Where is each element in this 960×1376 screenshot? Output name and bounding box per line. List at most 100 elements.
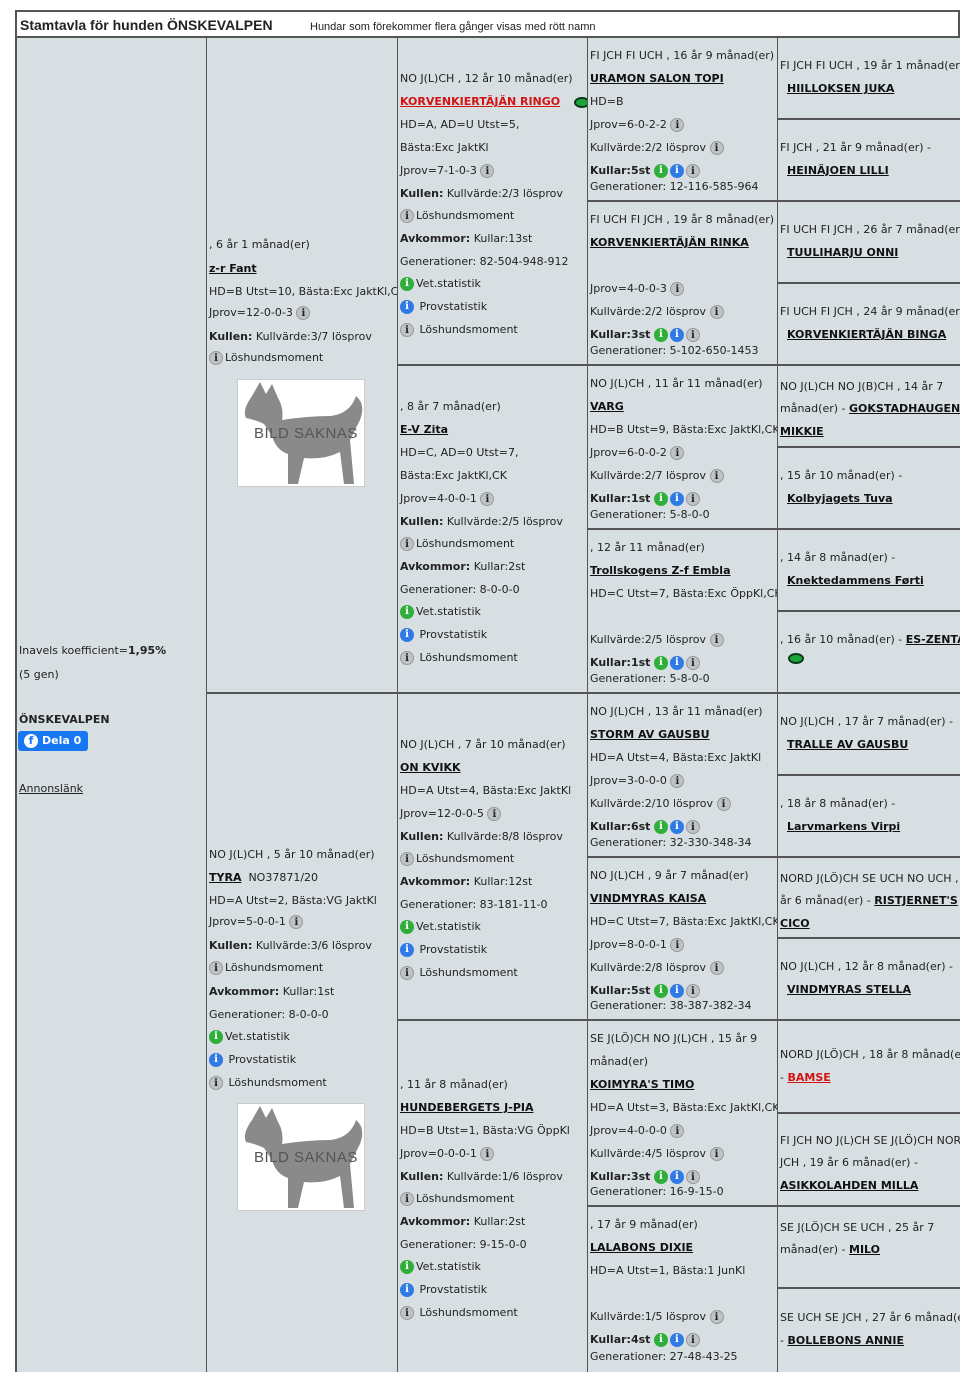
ggg-name-link[interactable]: Larvmarkens Virpi [787, 820, 900, 833]
info-icon[interactable]: i [400, 1260, 414, 1274]
eye-icon[interactable] [788, 652, 804, 664]
vet-label[interactable]: Vet.statistik [225, 1030, 290, 1043]
info-icon[interactable]: i [670, 938, 685, 952]
info-icon[interactable]: i [400, 300, 414, 314]
losh-label[interactable]: Löshundsmoment [225, 351, 323, 364]
info-icon[interactable]: i [685, 656, 700, 670]
info-icon[interactable]: i [669, 1333, 684, 1347]
info-icon[interactable]: i [669, 328, 684, 342]
ggg-name-link[interactable]: TUULIHARJU ONNI [787, 246, 898, 259]
gp-name-link[interactable]: E-V Zita [400, 423, 448, 436]
info-icon[interactable]: i [670, 118, 685, 132]
info-icon[interactable]: i [400, 605, 414, 619]
prov-label[interactable]: Provstatistik [420, 628, 488, 641]
info-icon[interactable]: i [669, 820, 684, 834]
ggg-name-link[interactable]: BOLLEBONS ANNIE [787, 1334, 904, 1347]
info-icon[interactable]: i [209, 961, 223, 975]
losh-label[interactable]: Löshundsmoment [420, 323, 518, 336]
info-icon[interactable]: i [400, 209, 414, 223]
ggg-name-link[interactable]: KORVENKIERTÄJÄN BINGA [787, 328, 946, 341]
info-icon[interactable]: i [670, 1124, 685, 1138]
info-icon[interactable]: i [209, 351, 223, 365]
info-icon[interactable]: i [685, 1333, 700, 1347]
dam-name-link[interactable]: TYRA [209, 871, 241, 884]
ggg-name-link[interactable]: Kolbyjagets Tuva [787, 492, 893, 505]
ggg-name2[interactable]: MIKKIE [780, 425, 824, 438]
ggg-name2[interactable]: CICO [780, 917, 810, 930]
info-icon[interactable]: i [480, 164, 495, 178]
info-icon[interactable]: i [480, 1147, 495, 1161]
info-icon[interactable]: i [709, 633, 724, 647]
losh-label[interactable]: Löshundsmoment [420, 966, 518, 979]
info-icon[interactable]: i [400, 943, 414, 957]
info-icon[interactable]: i [709, 961, 724, 975]
gp-name-link[interactable]: ON KVIKK [400, 761, 461, 774]
ggg-name-link[interactable]: ASIKKOLAHDEN MILLA [780, 1179, 918, 1192]
info-icon[interactable]: i [296, 306, 311, 320]
ggg-name-link[interactable]: TRALLE AV GAUSBU [787, 738, 908, 751]
losh-label[interactable]: Löshundsmoment [416, 1192, 514, 1205]
info-icon[interactable]: i [400, 1192, 414, 1206]
info-icon[interactable]: i [716, 797, 731, 811]
ggp-name-link[interactable]: URAMON SALON TOPI [590, 72, 724, 85]
vet-label[interactable]: Vet.statistik [416, 605, 481, 618]
gp-name-link[interactable]: HUNDEBERGETS J-PIA [400, 1101, 533, 1114]
info-icon[interactable]: i [480, 492, 495, 506]
ad-link[interactable]: Annonslänk [19, 782, 83, 796]
info-icon[interactable]: i [669, 656, 684, 670]
eye-icon[interactable] [574, 96, 587, 108]
info-icon[interactable]: i [487, 807, 502, 821]
ggg-name-link[interactable]: HEINÄJOEN LILLI [787, 164, 889, 177]
info-icon[interactable]: i [209, 1030, 223, 1044]
prov-label[interactable]: Provstatistik [420, 943, 488, 956]
ggp-name-link[interactable]: Trollskogens Z-f Embla [590, 564, 731, 577]
losh-label[interactable]: Löshundsmoment [416, 852, 514, 865]
ggg-name-link[interactable]: Knektedammens Førti [787, 574, 924, 587]
ggg-name-link[interactable]: VINDMYRAS STELLA [787, 983, 911, 996]
facebook-share-button[interactable]: f Dela 0 [18, 731, 88, 751]
info-icon[interactable]: i [400, 651, 414, 665]
info-icon[interactable]: i [400, 537, 414, 551]
info-icon[interactable]: i [685, 492, 700, 506]
info-icon[interactable]: i [400, 323, 414, 337]
vet-label[interactable]: Vet.statistik [416, 1260, 481, 1273]
ggg-name-link[interactable]: BAMSE [787, 1071, 830, 1084]
info-icon[interactable]: i [709, 305, 724, 319]
info-icon[interactable]: i [653, 820, 668, 834]
info-icon[interactable]: i [669, 164, 684, 178]
info-icon[interactable]: i [685, 820, 700, 834]
info-icon[interactable]: i [669, 984, 684, 998]
ggg-name-link[interactable]: MILO [849, 1243, 880, 1256]
info-icon[interactable]: i [669, 492, 684, 506]
ggg-name-link[interactable]: ES-ZENTA [906, 633, 960, 646]
vet-label[interactable]: Vet.statistik [416, 920, 481, 933]
ggg-name-link[interactable]: HIILLOKSEN JUKA [787, 82, 894, 95]
info-icon[interactable]: i [400, 1306, 414, 1320]
info-icon[interactable]: i [670, 774, 685, 788]
info-icon[interactable]: i [653, 984, 668, 998]
info-icon[interactable]: i [400, 966, 414, 980]
info-icon[interactable]: i [400, 852, 414, 866]
ggp-name-link[interactable]: VINDMYRAS KAISA [590, 892, 706, 905]
info-icon[interactable]: i [670, 446, 685, 460]
info-icon[interactable]: i [653, 164, 668, 178]
info-icon[interactable]: i [709, 1147, 724, 1161]
info-icon[interactable]: i [685, 1170, 700, 1184]
info-icon[interactable]: i [653, 1170, 668, 1184]
info-icon[interactable]: i [685, 984, 700, 998]
info-icon[interactable]: i [685, 164, 700, 178]
gp-name-link[interactable]: KORVENKIERTÄJÄN RINGO [400, 95, 560, 108]
prov-label[interactable]: Provstatistik [229, 1053, 297, 1066]
sire-name-link[interactable]: z-r Fant [209, 262, 257, 276]
info-icon[interactable]: i [653, 1333, 668, 1347]
prov-label[interactable]: Provstatistik [420, 1283, 488, 1296]
vet-label[interactable]: Vet.statistik [416, 277, 481, 290]
info-icon[interactable]: i [709, 469, 724, 483]
info-icon[interactable]: i [653, 656, 668, 670]
prov-label[interactable]: Provstatistik [420, 300, 488, 313]
info-icon[interactable]: i [653, 328, 668, 342]
info-icon[interactable]: i [709, 141, 724, 155]
losh-label[interactable]: Löshundsmoment [416, 209, 514, 222]
losh-label[interactable]: Löshundsmoment [225, 961, 323, 974]
info-icon[interactable]: i [653, 492, 668, 506]
